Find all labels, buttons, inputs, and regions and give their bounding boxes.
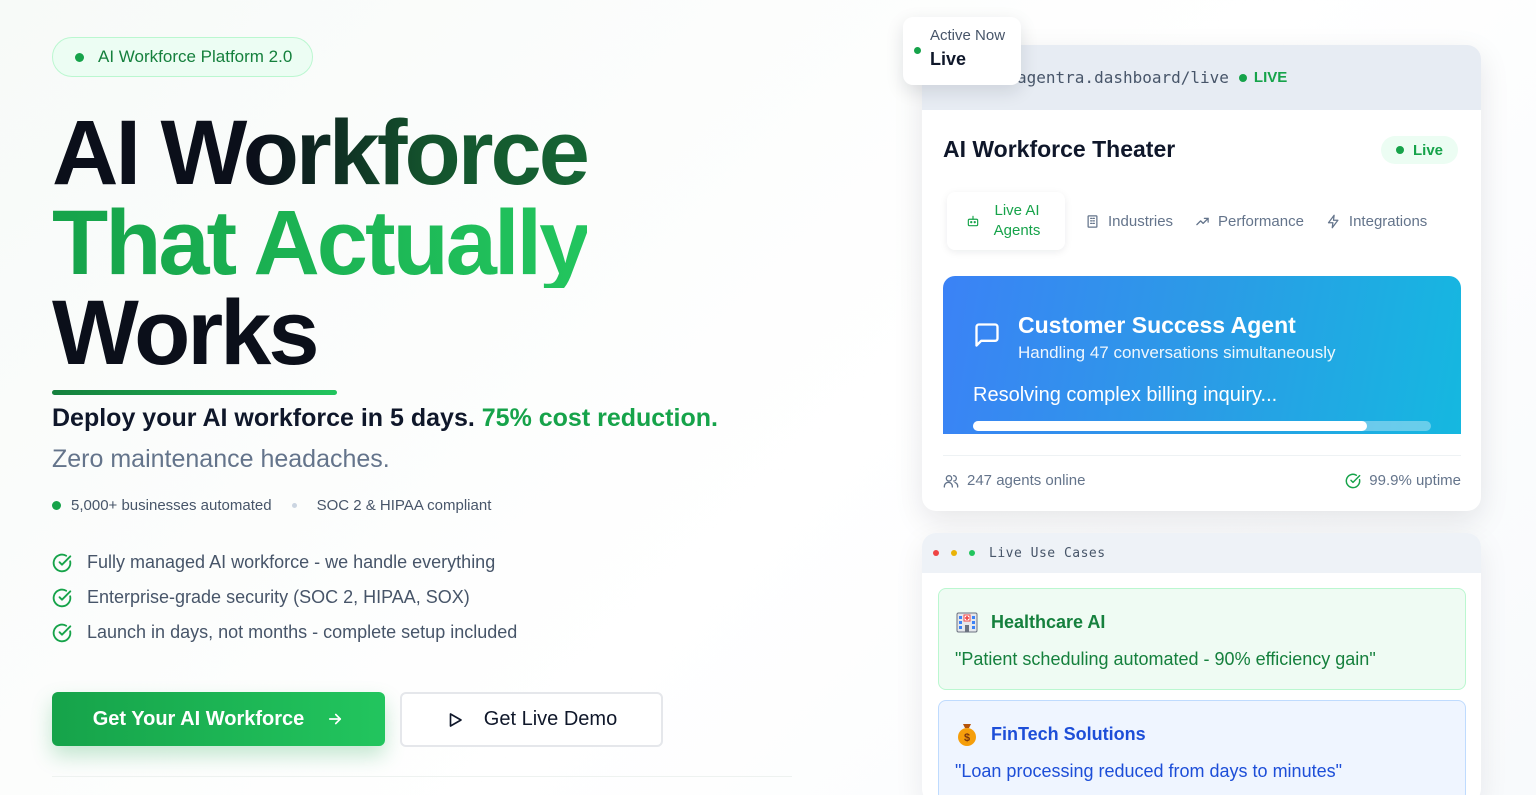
message-square-icon xyxy=(975,323,999,347)
uptime-label: 99.9% uptime xyxy=(1369,472,1461,489)
status-dot xyxy=(914,47,921,54)
feature-item: Fully managed AI workforce - we handle e… xyxy=(52,545,517,580)
tagline-main: Deploy your AI workforce in 5 days. xyxy=(52,404,475,432)
window-close-dot xyxy=(933,550,939,556)
tagline-highlight: 75% cost reduction. xyxy=(481,404,718,432)
tab-integrations[interactable]: Integrations xyxy=(1326,213,1427,230)
feature-text: Launch in days, not months - complete se… xyxy=(87,622,518,642)
feature-item: Enterprise-grade security (SOC 2, HIPAA,… xyxy=(52,580,517,615)
active-now-value: Live xyxy=(930,49,967,69)
platform-badge-label: AI Workforce Platform 2.0 xyxy=(98,47,293,66)
use-case-healthcare[interactable]: Healthcare AI "Patient scheduling automa… xyxy=(938,588,1466,690)
status-dot xyxy=(52,501,61,510)
use-case-fintech[interactable]: $ FinTech Solutions "Loan processing red… xyxy=(938,700,1466,795)
stat-compliance: SOC 2 & HIPAA compliant xyxy=(316,497,492,514)
get-live-demo-button[interactable]: Get Live Demo xyxy=(400,692,663,747)
use-case-title: Healthcare AI xyxy=(991,611,1106,632)
theater-title: AI Workforce Theater xyxy=(943,136,1176,162)
use-case-quote: "Loan processing reduced from days to mi… xyxy=(955,761,1342,781)
robot-icon xyxy=(967,215,979,227)
dashboard-footer: 247 agents online 99.9% uptime xyxy=(943,455,1461,489)
headline-underline xyxy=(52,390,337,395)
get-ai-workforce-button[interactable]: Get Your AI Workforce xyxy=(52,692,385,746)
feature-text: Fully managed AI workforce - we handle e… xyxy=(87,552,496,572)
url-live-label: LIVE xyxy=(1253,69,1288,86)
arrow-right-icon xyxy=(329,713,342,725)
live-status-label: Live xyxy=(1412,141,1443,159)
agents-online-label: 247 agents online xyxy=(967,472,1086,489)
agent-card[interactable]: Customer Success Agent Handling 47 conve… xyxy=(943,276,1461,434)
tab-label: Industries xyxy=(1108,212,1174,230)
tab-live-ai-agents[interactable]: Live AI Agents xyxy=(947,192,1065,250)
tab-label: Performance xyxy=(1218,212,1304,230)
users-icon xyxy=(943,474,959,488)
active-now-label: Active Now xyxy=(930,27,1006,44)
check-circle-icon xyxy=(52,623,72,642)
agent-progress-fill xyxy=(973,421,1367,431)
stat-businesses: 5,000+ businesses automated xyxy=(71,497,272,514)
money-bag-icon: $ xyxy=(955,721,979,747)
agent-name: Customer Success Agent xyxy=(1018,312,1296,338)
tab-industries[interactable]: Industries xyxy=(1085,213,1173,230)
use-case-title: FinTech Solutions xyxy=(991,723,1146,744)
separator-dot xyxy=(291,503,297,508)
check-circle-icon xyxy=(52,588,72,607)
live-status-pill: Live xyxy=(1381,136,1458,164)
url-live-indicator: LIVE xyxy=(1238,69,1288,86)
dashboard-url: agentra.dashboard/live xyxy=(1017,68,1229,87)
zap-icon xyxy=(1327,214,1339,228)
active-now-card: Active Now Live xyxy=(903,17,1021,85)
feature-list: Fully managed AI workforce - we handle e… xyxy=(52,545,517,650)
tagline-sub: Zero maintenance headaches. xyxy=(52,445,390,473)
get-ai-workforce-label: Get Your AI Workforce xyxy=(92,707,305,730)
tab-performance[interactable]: Performance xyxy=(1195,213,1304,230)
window-maximize-dot xyxy=(969,550,975,556)
use-cases-title: Live Use Cases xyxy=(989,545,1106,561)
agent-progress-bar xyxy=(973,421,1431,431)
get-live-demo-label: Get Live Demo xyxy=(483,708,618,730)
hospital-icon xyxy=(955,609,979,635)
play-icon xyxy=(449,712,462,727)
divider xyxy=(52,776,792,777)
status-dot xyxy=(75,52,84,62)
building-icon xyxy=(1087,214,1098,228)
check-circle-icon xyxy=(52,553,72,572)
svg-text:$: $ xyxy=(964,732,970,744)
status-dot xyxy=(1238,73,1247,82)
window-minimize-dot xyxy=(951,550,957,556)
tab-label: Live AI Agents xyxy=(993,202,1041,239)
trust-stats: 5,000+ businesses automated SOC 2 & HIPA… xyxy=(52,497,491,514)
agents-online: 247 agents online xyxy=(943,472,1085,489)
agent-task: Resolving complex billing inquiry... xyxy=(973,384,1278,406)
headline-line-2: That Actually xyxy=(52,192,590,294)
feature-item: Launch in days, not months - complete se… xyxy=(52,615,517,650)
uptime: 99.9% uptime xyxy=(1345,472,1461,489)
headline-line-3: Works xyxy=(52,282,320,384)
agent-subtitle: Handling 47 conversations simultaneously xyxy=(1018,343,1336,362)
check-circle-icon xyxy=(1345,473,1361,488)
platform-badge: AI Workforce Platform 2.0 xyxy=(52,37,314,77)
status-dot xyxy=(1395,146,1404,154)
feature-text: Enterprise-grade security (SOC 2, HIPAA,… xyxy=(87,587,470,607)
use-cases-window: Live Use Cases Healthcare AI "Patient sc… xyxy=(922,533,1481,795)
tagline: Deploy your AI workforce in 5 days. 75% … xyxy=(52,404,718,433)
use-cases-titlebar: Live Use Cases xyxy=(922,533,1481,573)
trending-up-icon xyxy=(1196,217,1209,225)
headline-line-1: AI Workforce xyxy=(52,102,590,204)
dashboard-tabs: Live AI Agents Industries Performance In… xyxy=(947,192,1449,250)
use-case-quote: "Patient scheduling automated - 90% effi… xyxy=(955,649,1376,669)
tab-label: Integrations xyxy=(1348,212,1428,230)
